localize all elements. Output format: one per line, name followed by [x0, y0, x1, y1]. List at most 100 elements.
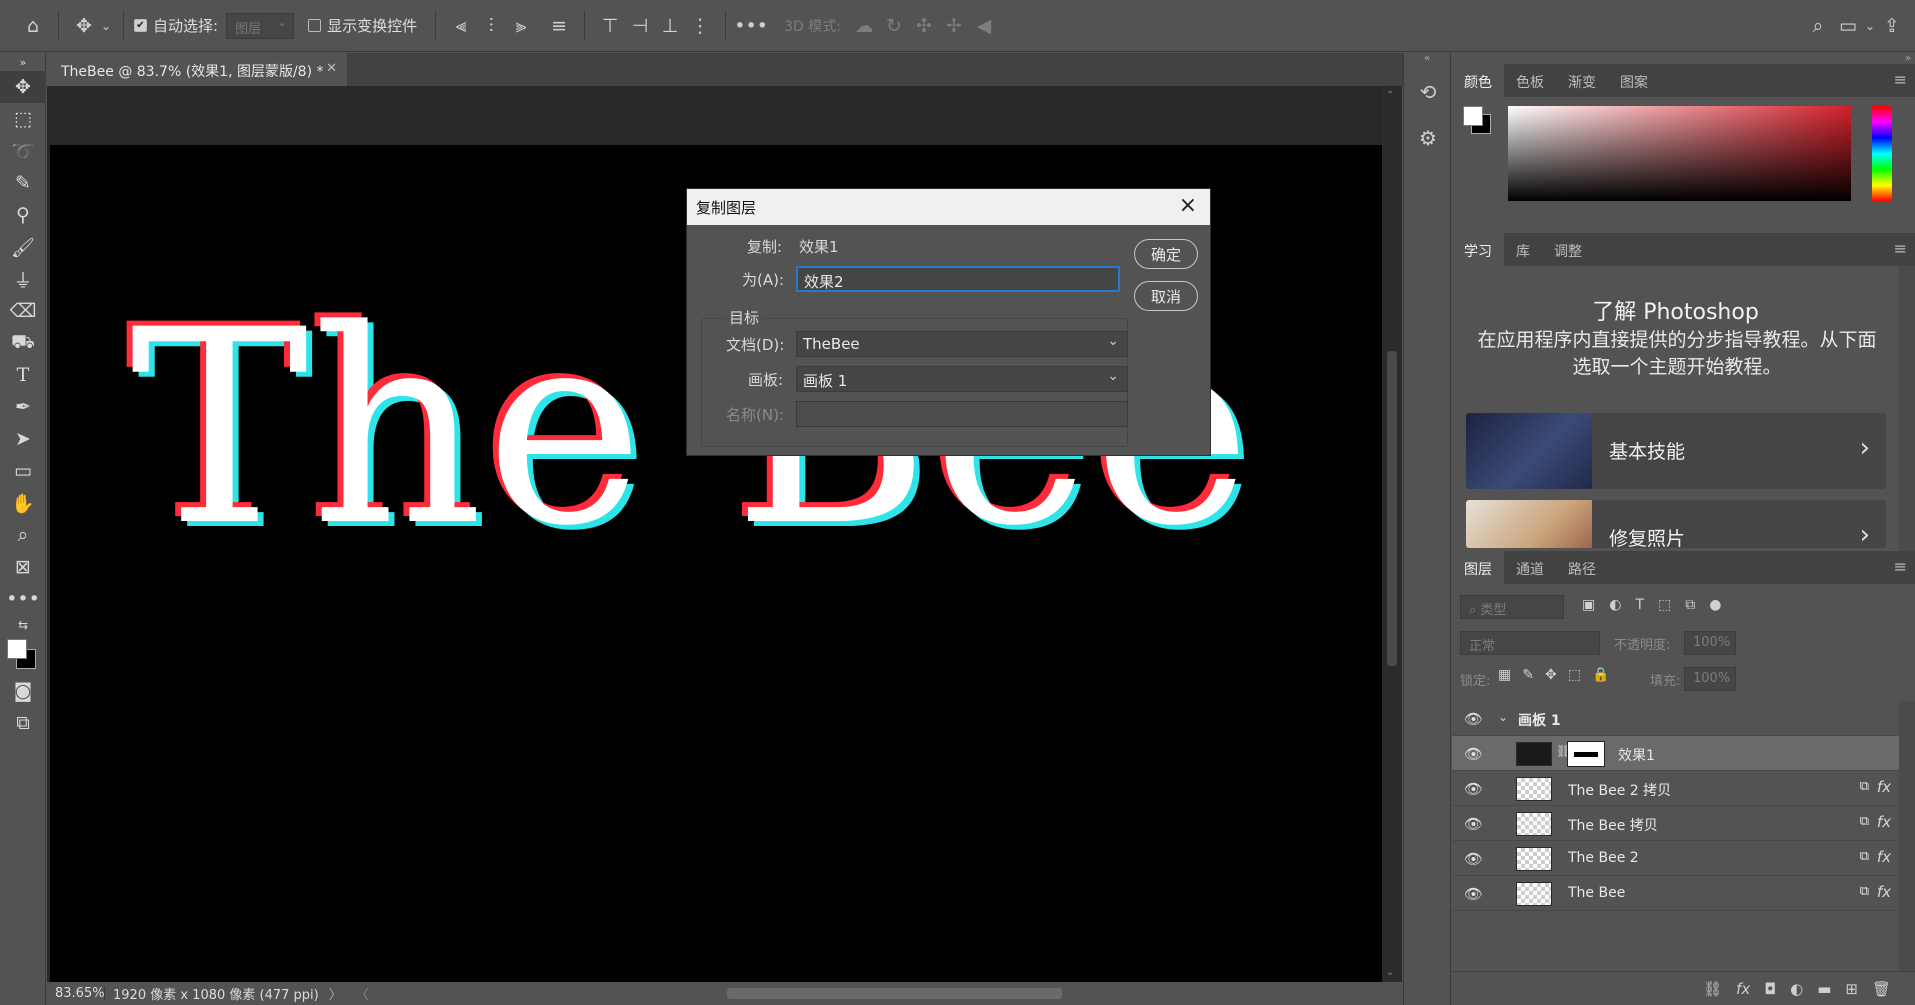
document-size-info[interactable]: 1920 像素 x 1080 像素 (477 ppi) [105, 984, 319, 1003]
artboard-dropdown[interactable]: 画板 1 [796, 366, 1128, 392]
horizontal-scroll-thumb[interactable] [727, 988, 1062, 999]
layer-row[interactable]: 👁 The Bee ⧉ fx [1452, 876, 1899, 911]
visibility-eye-icon[interactable]: 👁 [1464, 815, 1483, 833]
tab-patterns[interactable]: 图案 [1608, 64, 1660, 97]
layer-row[interactable]: 👁 The Bee 拷贝 ⧉ fx [1452, 806, 1899, 841]
properties-icon[interactable]: ⚙ [1404, 115, 1452, 161]
more-tools-icon[interactable]: ••• [0, 583, 46, 615]
move-tool-icon[interactable]: ✥ [69, 11, 99, 41]
foreground-color-swatch[interactable] [1463, 106, 1483, 126]
tab-libraries[interactable]: 库 [1504, 233, 1542, 266]
pen-tool-icon[interactable]: ✒ [0, 391, 46, 423]
home-icon[interactable]: ⌂ [18, 11, 48, 41]
tab-learn[interactable]: 学习 [1452, 233, 1504, 266]
rectangle-tool-icon[interactable]: ▭ [0, 455, 46, 487]
layer-mask-thumbnail[interactable] [1567, 741, 1605, 767]
new-group-icon[interactable]: ▬ [1817, 980, 1831, 998]
artboard-tool-icon[interactable]: ⊠ [0, 551, 46, 583]
lock-image-icon[interactable]: ✎ [1522, 667, 1534, 683]
visibility-eye-icon[interactable]: 👁 [1464, 745, 1483, 763]
3d-roll-icon[interactable]: ↻ [879, 11, 909, 41]
show-transform-checkbox[interactable] [308, 19, 322, 32]
distribute-icon[interactable]: ≡ [544, 11, 574, 41]
vertical-scrollbar[interactable]: ⌃ ⌄ [1382, 86, 1402, 982]
as-name-input[interactable]: 效果2 [796, 266, 1120, 292]
layer-row[interactable]: 👁 ⛓ 效果1 [1452, 736, 1899, 771]
panel-menu-icon[interactable]: ≡ [1894, 557, 1907, 576]
ok-button[interactable]: 确定 [1134, 239, 1198, 269]
filter-type-icon[interactable]: T [1635, 597, 1644, 613]
layer-effects-icon[interactable]: fx [1877, 813, 1891, 831]
fill-input[interactable]: 100% [1684, 667, 1736, 691]
visibility-eye-icon[interactable]: 👁 [1464, 780, 1483, 798]
collapse-icon[interactable]: « [1404, 53, 1450, 69]
scroll-down-icon[interactable]: ⌄ [1386, 967, 1394, 978]
collapse-icon[interactable]: » [0, 53, 46, 71]
3d-orbit-icon[interactable]: ☁ [849, 11, 879, 41]
move-tool-icon[interactable]: ✥ [0, 71, 46, 103]
chevron-down-icon[interactable]: ⌄ [99, 11, 113, 41]
add-mask-icon[interactable]: ◘ [1764, 980, 1776, 998]
vertical-scroll-thumb[interactable] [1387, 351, 1397, 666]
tab-channels[interactable]: 通道 [1504, 551, 1556, 584]
share-icon[interactable]: ⇪ [1877, 11, 1907, 41]
3d-pan-icon[interactable]: ✣ [909, 11, 939, 41]
zoom-level[interactable]: 83.65% [47, 986, 105, 1001]
layer-effects-icon[interactable]: fx [1877, 778, 1891, 796]
filter-pixel-icon[interactable]: ▣ [1582, 597, 1595, 613]
visibility-eye-icon[interactable]: 👁 [1464, 885, 1483, 903]
auto-select-target-dropdown[interactable]: 图层 [226, 12, 295, 39]
tab-gradients[interactable]: 渐变 [1556, 64, 1608, 97]
lock-transparency-icon[interactable]: ▦ [1498, 667, 1511, 683]
layer-row[interactable]: 👁 The Bee 2 拷贝 ⧉ fx [1452, 771, 1899, 806]
paint-bucket-tool-icon[interactable]: ⛟ [0, 327, 46, 359]
align-right-icon[interactable]: ⫸ [506, 11, 536, 41]
tab-layers[interactable]: 图层 [1452, 551, 1504, 584]
align-top-icon[interactable]: ⊤ [595, 11, 625, 41]
swap-colors-icon[interactable]: ⇆ [0, 615, 46, 635]
learn-scrollbar[interactable] [1899, 266, 1915, 551]
eyedropper-tool-icon[interactable]: ⚲ [0, 199, 46, 231]
layer-effects-icon[interactable]: fx [1877, 883, 1891, 901]
layers-scrollbar[interactable] [1899, 701, 1915, 971]
workspace-icon[interactable]: ▭ [1833, 11, 1863, 41]
panel-menu-icon[interactable]: ≡ [1894, 70, 1907, 89]
adjustment-layer-icon[interactable]: ◐ [1790, 980, 1803, 998]
filter-shape-icon[interactable]: ⬚ [1658, 597, 1671, 613]
type-tool-icon[interactable]: T [0, 359, 46, 391]
blend-mode-dropdown[interactable]: 正常 [1460, 631, 1600, 655]
color-swatches[interactable] [0, 635, 46, 675]
layer-group-artboard[interactable]: 👁 ⌄ 画板 1 [1452, 701, 1899, 736]
visibility-eye-icon[interactable]: 👁 [1464, 710, 1483, 728]
delete-layer-icon[interactable]: 🗑 [1872, 980, 1891, 998]
quick-mask-icon[interactable]: ◙ [0, 675, 46, 707]
eraser-tool-icon[interactable]: ⌫ [0, 295, 46, 327]
link-layers-icon[interactable]: ⛓ [1703, 980, 1722, 998]
status-menu-icon[interactable]: 〉 [329, 984, 342, 1003]
screen-mode-icon[interactable]: ⧉ [0, 707, 46, 739]
brush-tool-icon[interactable]: 🖌 [0, 231, 46, 263]
zoom-tool-icon[interactable]: ⌕ [0, 519, 46, 551]
align-left-icon[interactable]: ⫷ [446, 11, 476, 41]
quick-select-tool-icon[interactable]: ✎ [0, 167, 46, 199]
close-icon[interactable]: ✕ [326, 61, 337, 76]
layer-effects-icon[interactable]: fx [1877, 848, 1891, 866]
scroll-up-icon[interactable]: ⌃ [1386, 90, 1394, 101]
add-style-icon[interactable]: fx [1736, 980, 1750, 998]
search-icon[interactable]: ⌕ [1803, 11, 1833, 41]
lock-artboard-icon[interactable]: ⬚ [1568, 667, 1581, 683]
panel-menu-icon[interactable]: ≡ [1894, 239, 1907, 258]
layer-row[interactable]: 👁 The Bee 2 ⧉ fx [1452, 841, 1899, 876]
3d-scale-icon[interactable]: ◀ [969, 11, 999, 41]
marquee-tool-icon[interactable]: ⬚ [0, 103, 46, 135]
layer-filter-input[interactable]: ⌕ 类型 [1460, 595, 1564, 619]
scroll-left-icon[interactable]: 〈 [356, 984, 369, 1003]
color-field[interactable] [1508, 106, 1851, 201]
align-middle-icon[interactable]: ⊣ [625, 11, 655, 41]
history-icon[interactable]: ⟲ [1404, 69, 1452, 115]
tab-paths[interactable]: 路径 [1556, 551, 1608, 584]
tab-color[interactable]: 颜色 [1452, 64, 1504, 97]
lasso-tool-icon[interactable]: ➰ [0, 135, 46, 167]
expand-icon[interactable]: » [1905, 53, 1911, 64]
distribute-vertical-icon[interactable]: ⋮ [685, 11, 715, 41]
